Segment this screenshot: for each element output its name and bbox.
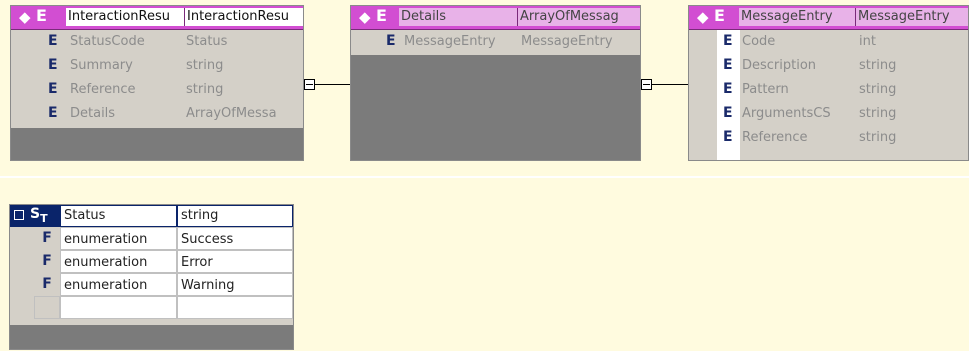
entity-message-entry[interactable]: ◆ E MessageEntry MessageEntry E Code int… bbox=[688, 5, 969, 161]
simple-type-header[interactable]: ST Status string bbox=[10, 205, 293, 227]
facet-value[interactable]: Success bbox=[177, 227, 293, 250]
row-type: string bbox=[859, 58, 897, 73]
row-name: Reference bbox=[70, 82, 136, 97]
collapse-box-icon[interactable] bbox=[304, 79, 315, 90]
diamond-icon: ◆ bbox=[19, 8, 31, 26]
row-name: StatusCode bbox=[70, 34, 145, 49]
row-name: Description bbox=[742, 58, 817, 73]
facet-kind[interactable]: enumeration bbox=[60, 227, 177, 250]
element-icon: E bbox=[48, 105, 58, 121]
element-icon: E bbox=[48, 57, 58, 73]
facet-icon: F bbox=[34, 273, 60, 296]
connector-line bbox=[652, 84, 688, 85]
entity-name[interactable]: Details bbox=[399, 8, 517, 26]
row-name: ArgumentsCS bbox=[742, 106, 831, 121]
entity-header[interactable]: ◆ E MessageEntry MessageEntry bbox=[689, 6, 968, 30]
facet-value[interactable]: Warning bbox=[177, 273, 293, 296]
entity-row[interactable]: E ArgumentsCS string bbox=[689, 102, 968, 125]
row-type: string bbox=[859, 82, 897, 97]
empty-facet-kind[interactable] bbox=[34, 296, 60, 319]
row-name: Reference bbox=[742, 130, 808, 145]
element-icon: E bbox=[386, 33, 396, 49]
entity-header[interactable]: ◆ E Details ArrayOfMessag bbox=[351, 6, 640, 30]
row-type: string bbox=[859, 106, 897, 121]
square-icon[interactable] bbox=[14, 210, 24, 220]
entity-header[interactable]: ◆ E InteractionResu InteractionResu bbox=[11, 6, 303, 30]
empty-facet-value[interactable] bbox=[177, 296, 293, 319]
entity-type[interactable]: ArrayOfMessag bbox=[517, 8, 640, 26]
simple-type-badge: ST bbox=[30, 206, 48, 225]
row-name: Code bbox=[742, 34, 776, 49]
simple-type-status[interactable]: ST Status string F enumeration Success F… bbox=[9, 204, 294, 350]
empty-facet-kind[interactable] bbox=[60, 296, 177, 319]
element-icon: E bbox=[48, 33, 58, 49]
row-type: ArrayOfMessa bbox=[186, 106, 277, 121]
entity-interaction-result[interactable]: ◆ E InteractionResu InteractionResu E St… bbox=[10, 5, 304, 161]
row-type: string bbox=[186, 58, 224, 73]
facet-value[interactable]: Error bbox=[177, 250, 293, 273]
entity-type[interactable]: InteractionResu bbox=[184, 8, 303, 26]
element-badge: E bbox=[714, 6, 725, 25]
entity-name[interactable]: InteractionResu bbox=[66, 8, 184, 26]
entity-row[interactable]: E Code int bbox=[689, 30, 968, 53]
diamond-icon: ◆ bbox=[359, 8, 371, 26]
diamond-icon: ◆ bbox=[697, 8, 709, 26]
row-type: MessageEntry bbox=[521, 34, 613, 49]
connector-line bbox=[315, 84, 350, 85]
element-icon: E bbox=[48, 81, 58, 97]
entity-row[interactable]: E MessageEntry MessageEntry bbox=[351, 30, 640, 53]
facet-kind[interactable]: enumeration bbox=[60, 250, 177, 273]
entity-row[interactable]: E Details ArrayOfMessa bbox=[11, 102, 303, 125]
facet-icon: F bbox=[34, 227, 60, 250]
entity-rows: E MessageEntry MessageEntry bbox=[351, 30, 640, 55]
row-type: string bbox=[859, 130, 897, 145]
row-name: Summary bbox=[70, 58, 133, 73]
entity-row[interactable]: E Reference string bbox=[11, 78, 303, 101]
element-icon: E bbox=[723, 105, 733, 121]
entity-row[interactable]: E StatusCode Status bbox=[11, 30, 303, 53]
facet-grid: F enumeration Success F enumeration Erro… bbox=[10, 227, 293, 325]
element-icon: E bbox=[723, 33, 733, 49]
element-icon: E bbox=[723, 81, 733, 97]
row-type: Status bbox=[186, 34, 228, 49]
entity-rows: E Code int E Description string E Patter… bbox=[689, 30, 968, 160]
row-type: int bbox=[859, 34, 876, 49]
element-badge: E bbox=[36, 6, 47, 25]
element-icon: E bbox=[723, 129, 733, 145]
entity-row[interactable]: E Summary string bbox=[11, 54, 303, 77]
simple-type-name[interactable]: Status bbox=[60, 205, 177, 227]
row-name: Details bbox=[70, 106, 116, 121]
facet-icon: F bbox=[34, 250, 60, 273]
entity-rows: E StatusCode Status E Summary string E R… bbox=[11, 30, 303, 128]
row-name: MessageEntry bbox=[404, 34, 496, 49]
simple-type-base[interactable]: string bbox=[177, 205, 293, 227]
row-type: string bbox=[186, 82, 224, 97]
row-name: Pattern bbox=[742, 82, 789, 97]
entity-row[interactable]: E Pattern string bbox=[689, 78, 968, 101]
entity-type[interactable]: MessageEntry bbox=[855, 8, 968, 26]
element-icon: E bbox=[723, 57, 733, 73]
entity-details[interactable]: ◆ E Details ArrayOfMessag E MessageEntry… bbox=[350, 5, 641, 161]
element-badge: E bbox=[376, 6, 387, 25]
entity-name[interactable]: MessageEntry bbox=[739, 8, 855, 26]
entity-row[interactable]: E Description string bbox=[689, 54, 968, 77]
badge-sub: T bbox=[40, 211, 48, 225]
entity-row[interactable]: E Reference string bbox=[689, 126, 968, 149]
badge-letter: S bbox=[30, 206, 41, 222]
facet-kind[interactable]: enumeration bbox=[60, 273, 177, 296]
collapse-box-icon[interactable] bbox=[641, 79, 652, 90]
